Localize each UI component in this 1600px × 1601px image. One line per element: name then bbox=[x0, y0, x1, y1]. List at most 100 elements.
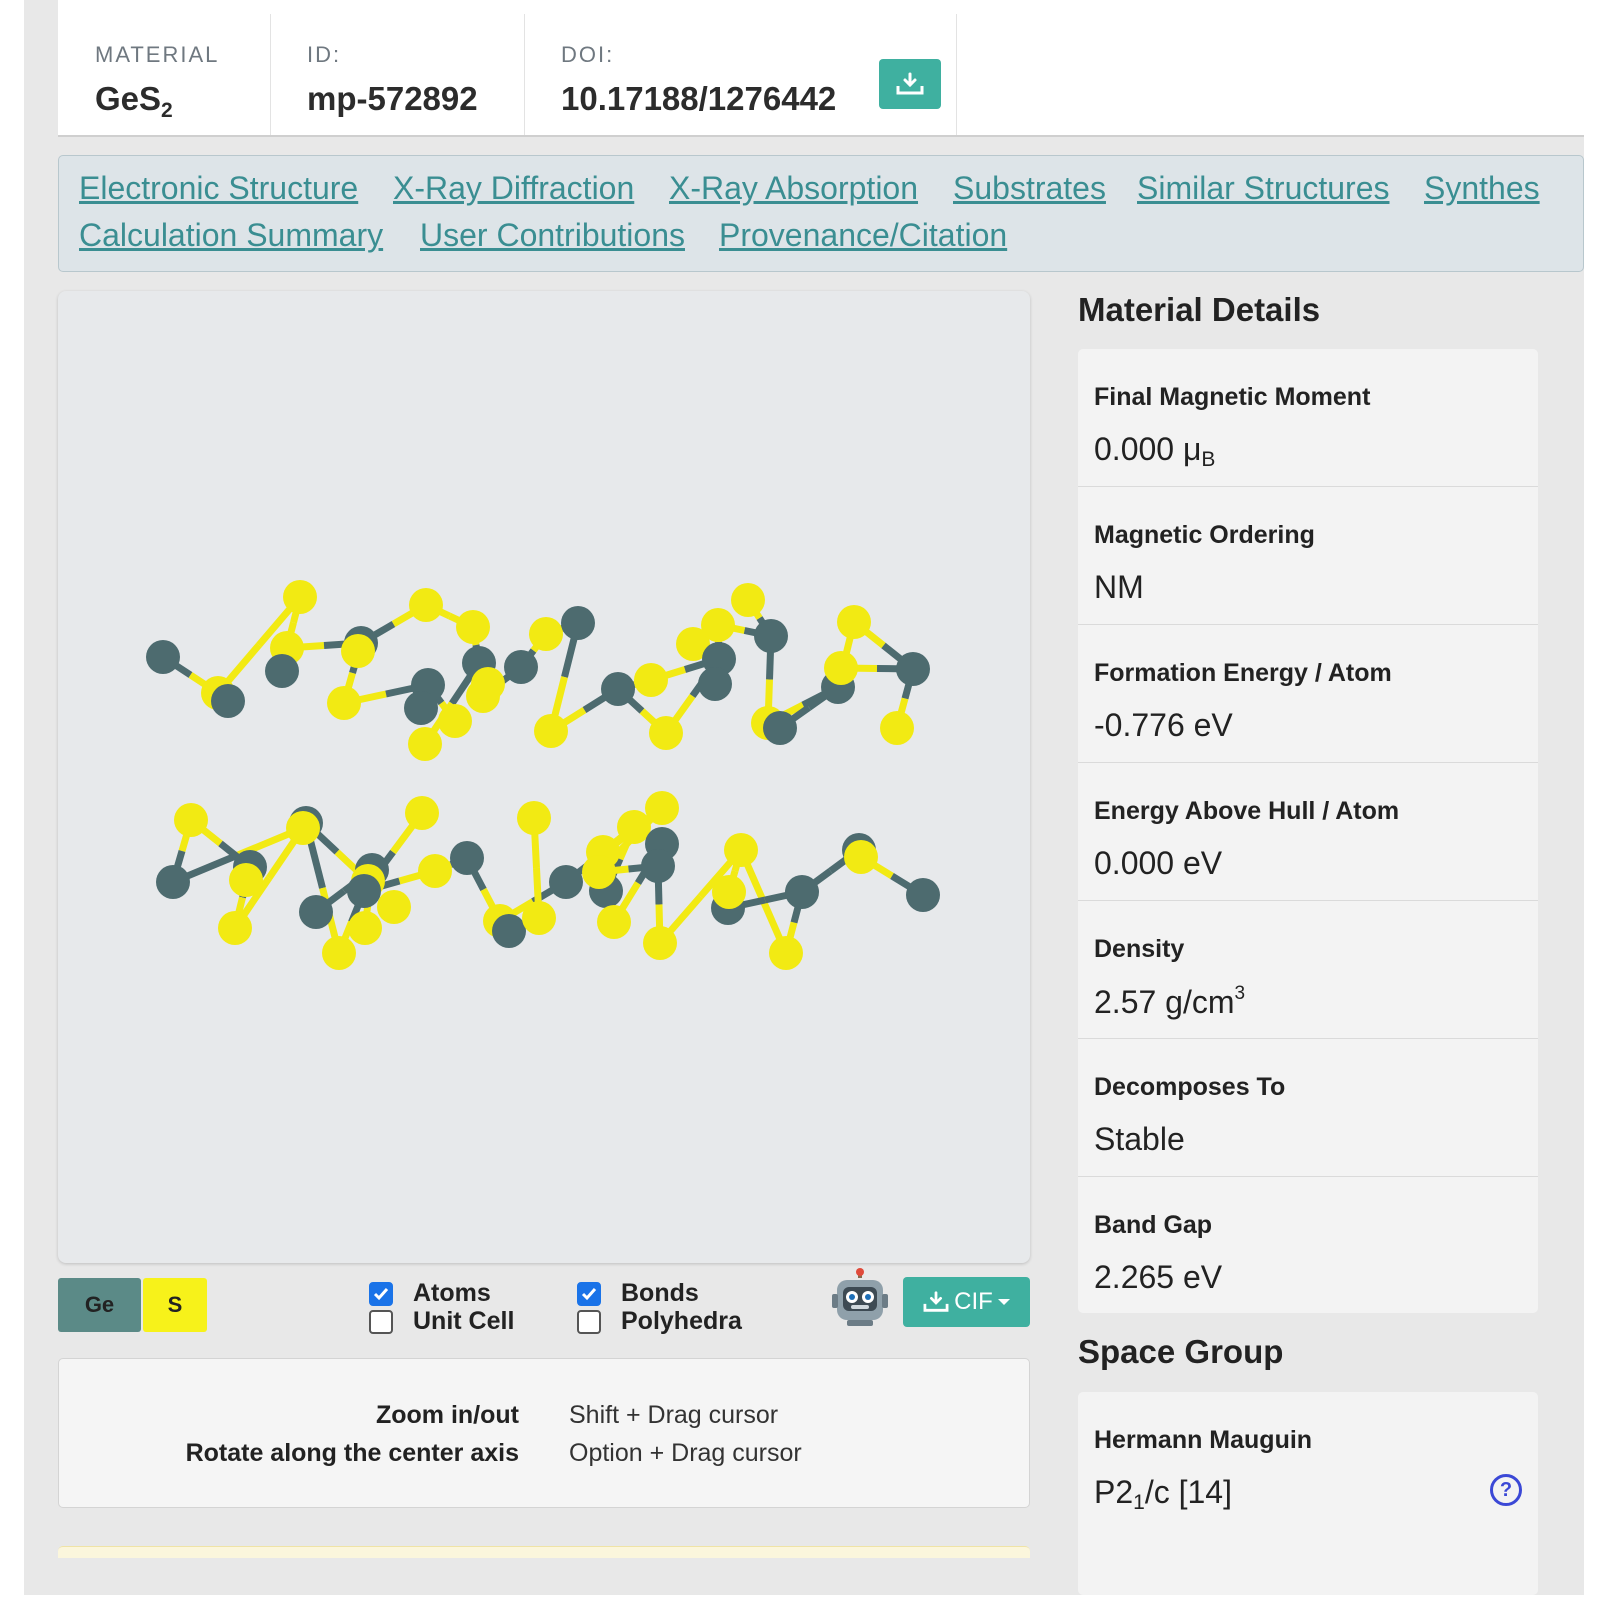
detail-formation-energy: Formation Energy / Atom -0.776 eV bbox=[1078, 625, 1538, 763]
tab-provenance-citation[interactable]: Provenance/Citation bbox=[719, 217, 1007, 254]
notice-banner-edge bbox=[58, 1546, 1030, 1558]
germanium-atom bbox=[450, 841, 484, 875]
bonds-toggle[interactable]: Bonds bbox=[577, 1279, 699, 1308]
atoms-label: Atoms bbox=[413, 1279, 491, 1307]
sulfur-atom bbox=[597, 905, 631, 939]
check-icon bbox=[373, 1287, 389, 1300]
sulfur-atom bbox=[712, 875, 746, 909]
germanium-atom bbox=[561, 606, 595, 640]
sulfur-atom bbox=[286, 811, 320, 845]
download-tray-icon bbox=[896, 72, 924, 95]
sulfur-atom bbox=[405, 796, 439, 830]
hermann-mauguin-label: Hermann Mauguin bbox=[1094, 1426, 1313, 1454]
check-icon bbox=[581, 1287, 597, 1300]
detail-value: 0.000 μB bbox=[1094, 431, 1216, 471]
structure-viewer[interactable] bbox=[58, 291, 1030, 1263]
polyhedra-toggle[interactable]: Polyhedra bbox=[577, 1307, 742, 1336]
tab-x-ray-absorption[interactable]: X-Ray Absorption bbox=[669, 170, 918, 207]
tab-calculation-summary[interactable]: Calculation Summary bbox=[79, 217, 383, 254]
crystal-structure-canvas[interactable] bbox=[58, 291, 1030, 1263]
help-value-rotate: Option + Drag cursor bbox=[569, 1439, 802, 1467]
germanium-atom bbox=[906, 878, 940, 912]
germanium-atom bbox=[211, 684, 245, 718]
detail-energy-above-hull: Energy Above Hull / Atom 0.000 eV bbox=[1078, 763, 1538, 901]
sulfur-atom bbox=[418, 854, 452, 888]
help-value-zoom: Shift + Drag cursor bbox=[569, 1401, 779, 1429]
sulfur-atom bbox=[844, 840, 878, 874]
viewer-help-box: Zoom in/out Shift + Drag cursor Rotate a… bbox=[58, 1358, 1030, 1508]
detail-value: 0.000 eV bbox=[1094, 845, 1223, 881]
germanium-atom bbox=[896, 652, 930, 686]
sulfur-atom bbox=[645, 791, 679, 825]
polyhedra-checkbox[interactable] bbox=[577, 1309, 601, 1334]
material-cell: MATERIAL GeS2 bbox=[58, 14, 271, 135]
sulfur-atom bbox=[408, 727, 442, 761]
section-tabs: Electronic Structure X-Ray Diffraction X… bbox=[58, 155, 1584, 272]
detail-density: Density 2.57 g/cm3 bbox=[1078, 901, 1538, 1039]
atoms-checkbox[interactable] bbox=[369, 1281, 393, 1306]
unit-cell-checkbox[interactable] bbox=[369, 1309, 393, 1334]
sulfur-atom bbox=[283, 580, 317, 614]
help-key-rotate: Rotate along the center axis bbox=[185, 1439, 519, 1467]
sulfur-atom bbox=[522, 901, 556, 935]
tab-electronic-structure[interactable]: Electronic Structure bbox=[79, 170, 358, 207]
detail-label: Decomposes To bbox=[1094, 1073, 1286, 1101]
material-label: MATERIAL bbox=[95, 42, 220, 67]
detail-value: Stable bbox=[1094, 1121, 1185, 1157]
material-id: mp-572892 bbox=[307, 80, 478, 117]
sulfur-atom bbox=[529, 617, 563, 651]
detail-decomposes-to: Decomposes To Stable bbox=[1078, 1039, 1538, 1177]
sulfur-atom bbox=[322, 936, 356, 970]
tab-synthesis[interactable]: Synthes bbox=[1424, 170, 1540, 207]
element-legend-s[interactable]: S bbox=[143, 1278, 207, 1332]
sulfur-atom bbox=[438, 704, 472, 738]
cif-download-button[interactable]: CIF bbox=[903, 1277, 1030, 1327]
doi-label: DOI: bbox=[561, 42, 615, 67]
sulfur-atom bbox=[824, 651, 858, 685]
bonds-label: Bonds bbox=[621, 1279, 699, 1307]
germanium-atom bbox=[492, 914, 526, 948]
tab-substrates[interactable]: Substrates bbox=[953, 170, 1106, 207]
sulfur-atom bbox=[348, 911, 382, 945]
detail-label: Energy Above Hull / Atom bbox=[1094, 797, 1400, 825]
question-circle-icon[interactable]: ? bbox=[1490, 1474, 1522, 1506]
germanium-atom bbox=[601, 672, 635, 706]
sulfur-atom bbox=[582, 855, 616, 889]
unit-cell-toggle[interactable]: Unit Cell bbox=[369, 1307, 514, 1336]
sulfur-atom bbox=[409, 588, 443, 622]
page-gutter bbox=[0, 0, 24, 1601]
germanium-atom bbox=[785, 875, 819, 909]
sulfur-atom bbox=[218, 911, 252, 945]
germanium-atom bbox=[754, 619, 788, 653]
material-header: MATERIAL GeS2 ID: mp-572892 DOI: 10.1718… bbox=[58, 0, 1584, 137]
sulfur-atom bbox=[769, 936, 803, 970]
element-legend-ge[interactable]: Ge bbox=[58, 1278, 141, 1332]
germanium-atom bbox=[549, 865, 583, 899]
bonds-checkbox[interactable] bbox=[577, 1281, 601, 1306]
robot-icon[interactable] bbox=[831, 1268, 889, 1328]
germanium-atom bbox=[763, 711, 797, 745]
tab-x-ray-diffraction[interactable]: X-Ray Diffraction bbox=[393, 170, 634, 207]
doi-download-button[interactable] bbox=[879, 59, 941, 109]
sulfur-atom bbox=[377, 890, 411, 924]
atoms-toggle[interactable]: Atoms bbox=[369, 1279, 491, 1308]
germanium-atom bbox=[299, 895, 333, 929]
germanium-atom bbox=[641, 849, 675, 883]
sulfur-atom bbox=[649, 716, 683, 750]
sulfur-atom bbox=[643, 926, 677, 960]
sulfur-atom bbox=[471, 667, 505, 701]
material-details-title: Material Details bbox=[1078, 291, 1321, 328]
hermann-mauguin-value: P21/c [14] bbox=[1094, 1474, 1232, 1514]
detail-value: NM bbox=[1094, 569, 1144, 605]
help-key-zoom: Zoom in/out bbox=[375, 1401, 519, 1429]
id-label: ID: bbox=[307, 42, 342, 67]
detail-label: Magnetic Ordering bbox=[1094, 521, 1315, 549]
tab-user-contributions[interactable]: User Contributions bbox=[420, 217, 685, 254]
detail-final-magnetic-moment: Final Magnetic Moment 0.000 μB bbox=[1078, 349, 1538, 487]
sulfur-atom bbox=[456, 610, 490, 644]
germanium-atom bbox=[265, 654, 299, 688]
sulfur-atom bbox=[174, 803, 208, 837]
sulfur-atom bbox=[229, 863, 263, 897]
tab-similar-structures[interactable]: Similar Structures bbox=[1137, 170, 1390, 207]
sulfur-atom bbox=[517, 801, 551, 835]
